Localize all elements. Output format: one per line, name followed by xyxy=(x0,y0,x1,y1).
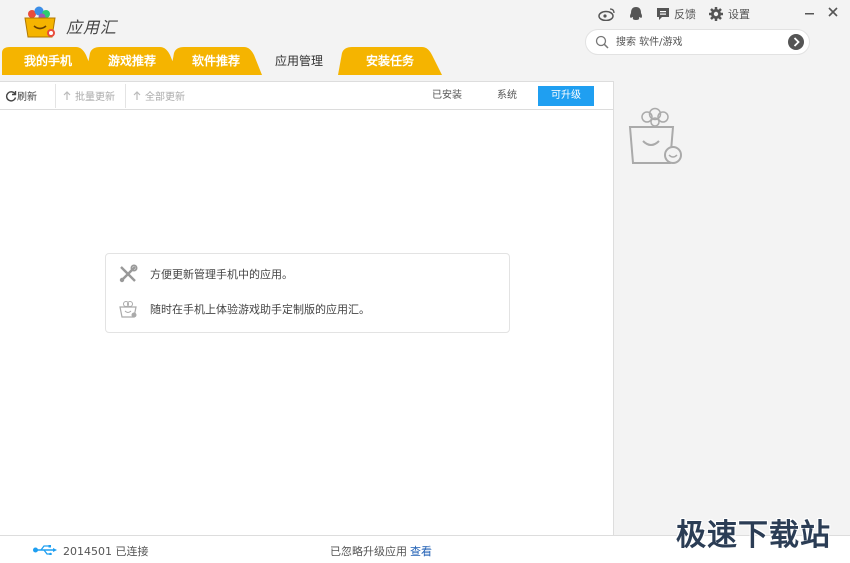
toolbar-divider xyxy=(125,84,126,108)
usb-icon xyxy=(33,545,57,555)
tab-game-recommend-label: 游戏推荐 xyxy=(107,54,156,68)
update-all-button[interactable]: 全部更新 xyxy=(132,88,185,103)
gear-icon xyxy=(709,7,723,21)
info-line-1: 方便更新管理手机中的应用。 xyxy=(150,268,293,281)
search-icon xyxy=(595,35,609,49)
info-line-2: 随时在手机上体验游戏助手定制版的应用汇。 xyxy=(150,303,370,316)
feedback-icon xyxy=(657,8,669,20)
tab-install-tasks[interactable]: 安装任务 xyxy=(338,47,442,75)
search-input[interactable] xyxy=(616,34,781,50)
tools-icon xyxy=(119,264,138,283)
toolbar-divider xyxy=(55,84,56,108)
ignored-upgrades-label: 已忽略升级应用 xyxy=(330,545,407,558)
view-ignored-link[interactable]: 查看 xyxy=(410,543,432,559)
refresh-icon xyxy=(5,90,17,101)
title-bar: 应用汇 反馈 设置 搜索 软件/游戏 我的手机 游戏推荐 软件推荐 应用管理 安… xyxy=(0,0,850,75)
weibo-icon[interactable] xyxy=(598,7,616,21)
main-tabs: 我的手机 游戏推荐 软件推荐 应用管理 安装任务 xyxy=(0,47,460,75)
filter-system[interactable]: 系统 xyxy=(486,86,528,106)
qq-penguin-icon[interactable] xyxy=(628,6,644,22)
filter-installed[interactable]: 已安装 xyxy=(424,86,470,106)
toolbar: 刷新 批量更新 全部更新 已安装 系统 可升级 xyxy=(0,82,613,110)
minimize-icon[interactable] xyxy=(801,4,817,20)
app-logo-icon xyxy=(24,6,56,38)
tab-my-phone[interactable]: 我的手机 xyxy=(2,47,94,75)
tab-software-recommend-label: 软件推荐 xyxy=(191,54,240,68)
settings-button[interactable]: 设置 xyxy=(708,6,750,22)
device-status: 2014501 已连接 xyxy=(63,545,149,558)
refresh-button[interactable]: 刷新 xyxy=(5,88,37,103)
side-panel xyxy=(615,81,850,535)
app-title: 应用汇 xyxy=(66,18,118,37)
tab-app-management[interactable]: 应用管理 xyxy=(258,47,340,75)
settings-label: 设置 xyxy=(728,8,750,21)
filter-upgradable[interactable]: 可升级 xyxy=(538,86,594,106)
bag-icon xyxy=(119,301,137,318)
watermark: 极速下载站 xyxy=(676,518,831,553)
tab-app-management-label: 应用管理 xyxy=(274,54,323,68)
tab-game-recommend[interactable]: 游戏推荐 xyxy=(86,47,178,75)
tab-software-recommend[interactable]: 软件推荐 xyxy=(170,47,262,75)
main-content: 刷新 批量更新 全部更新 已安装 系统 可升级 方便更新管理手机中的应用。 随时… xyxy=(0,81,614,535)
arrow-up-icon xyxy=(133,90,141,100)
tab-install-tasks-label: 安装任务 xyxy=(365,54,414,68)
search-go-icon[interactable] xyxy=(788,34,804,50)
arrow-up-icon xyxy=(63,90,71,100)
app-bag-illustration-icon xyxy=(628,107,682,164)
top-icons: 反馈 设置 xyxy=(598,4,762,24)
close-icon[interactable] xyxy=(825,4,841,20)
batch-update-button[interactable]: 批量更新 xyxy=(62,88,115,103)
batch-update-label: 批量更新 xyxy=(75,92,115,103)
search-box xyxy=(585,29,810,55)
info-row-custom: 随时在手机上体验游戏助手定制版的应用汇。 xyxy=(118,299,370,319)
info-row-manage: 方便更新管理手机中的应用。 xyxy=(118,264,293,284)
feedback-label: 反馈 xyxy=(674,8,696,21)
feedback-button[interactable]: 反馈 xyxy=(656,6,696,22)
update-all-label: 全部更新 xyxy=(145,92,185,103)
refresh-label: 刷新 xyxy=(17,92,37,103)
tab-my-phone-label: 我的手机 xyxy=(23,54,72,68)
info-box: 方便更新管理手机中的应用。 随时在手机上体验游戏助手定制版的应用汇。 xyxy=(105,253,510,333)
